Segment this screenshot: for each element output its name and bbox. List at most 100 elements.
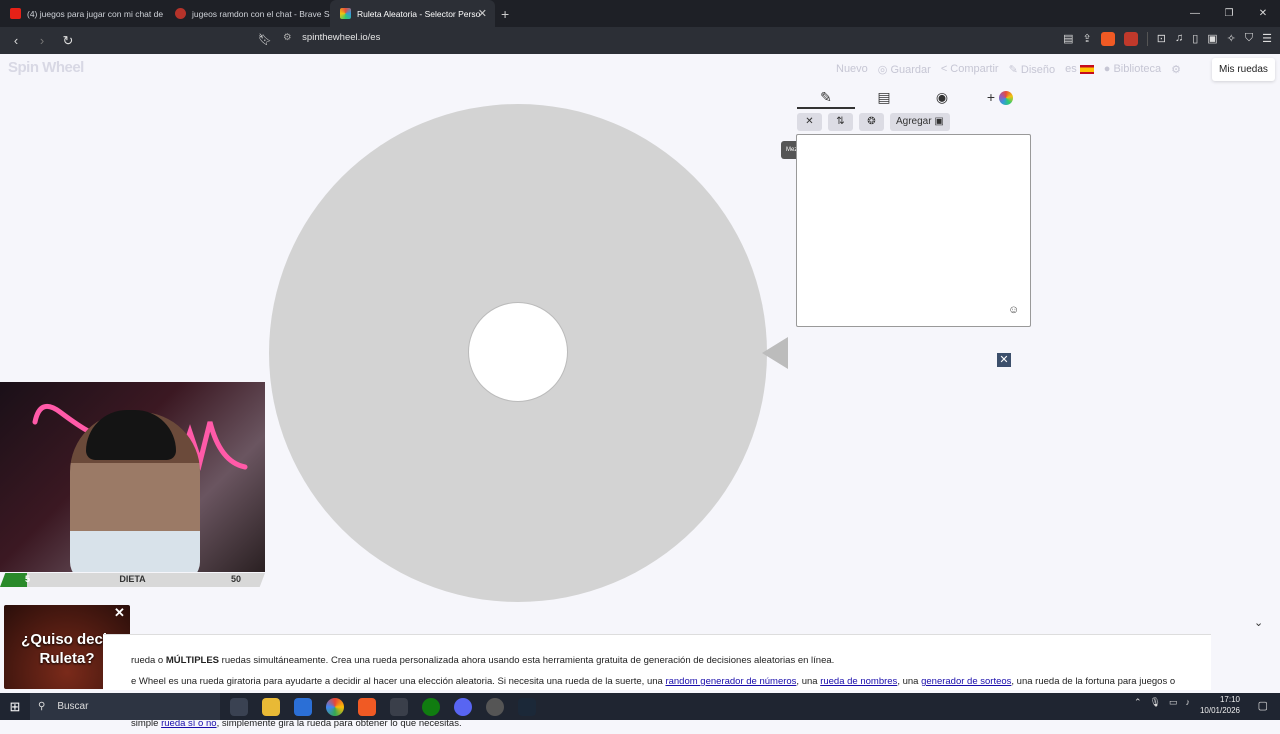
new-tab-button[interactable]: + bbox=[501, 6, 509, 22]
nuevo-link[interactable]: Nuevo bbox=[836, 63, 868, 76]
brave-shields-icon[interactable] bbox=[1100, 32, 1115, 46]
promo-close-icon[interactable]: ✕ bbox=[114, 605, 125, 621]
description-line-1: rueda o MÚLTIPLES ruedas simultáneamente… bbox=[131, 650, 1183, 671]
wheel-center-button[interactable] bbox=[468, 302, 568, 402]
screenshot-icon[interactable]: ⊡ bbox=[1157, 32, 1166, 46]
compartir-label: Compartir bbox=[950, 63, 999, 75]
store-icon[interactable] bbox=[294, 697, 312, 716]
language-selector[interactable]: es bbox=[1065, 63, 1094, 76]
tab-label: jugeos ramdon con el chat - Brave Se bbox=[192, 8, 330, 19]
webcam-overlay bbox=[0, 382, 265, 572]
xbox-icon[interactable] bbox=[422, 697, 440, 716]
add-image-button[interactable]: Agregar ▣ bbox=[890, 113, 950, 131]
guardar-link[interactable]: ◎ Guardar bbox=[878, 63, 931, 76]
entries-toolbar: ✕ ⇅ ❂ Agregar ▣ bbox=[797, 113, 950, 131]
taskbar-clock[interactable]: 17:10 10/01/2026 bbox=[1200, 694, 1240, 716]
tab-edit[interactable]: ✎ bbox=[797, 89, 855, 109]
browser-tab-2[interactable]: jugeos ramdon con el chat - Brave Se bbox=[165, 0, 330, 27]
sidebar-icon[interactable]: ▯ bbox=[1192, 32, 1198, 46]
tab-add-wheel[interactable]: + bbox=[971, 89, 1029, 109]
file-explorer-icon[interactable] bbox=[262, 697, 280, 716]
tab-results[interactable]: ▤ bbox=[855, 89, 913, 109]
sort-button[interactable]: ⇅ bbox=[828, 113, 853, 131]
chevron-up-icon[interactable]: ⌃ bbox=[1134, 697, 1142, 708]
task-view-icon[interactable] bbox=[230, 697, 248, 716]
volume-icon[interactable]: ♪ bbox=[1186, 697, 1191, 708]
browser-toolbar: ▤ ⇪ ⊡ ♫ ▯ ▣ ✧ ⛉ ☰ bbox=[1063, 32, 1272, 46]
network-icon[interactable]: ▭ bbox=[1169, 697, 1178, 708]
vpn-icon[interactable]: ⛉ bbox=[1245, 32, 1253, 46]
menu-icon[interactable]: ☰ bbox=[1262, 32, 1272, 46]
youtube-icon bbox=[10, 8, 21, 19]
entries-textarea[interactable] bbox=[796, 134, 1031, 327]
link-raffle-generator[interactable]: generador de sorteos bbox=[921, 676, 1011, 687]
close-window-icon[interactable]: ✕ bbox=[1246, 0, 1280, 27]
link-name-wheel[interactable]: rueda de nombres bbox=[820, 676, 897, 687]
panel-tabs: ✎ ▤ ◉ + bbox=[797, 89, 1029, 109]
leo-ai-icon[interactable]: ✧ bbox=[1227, 32, 1236, 46]
discord-icon[interactable] bbox=[454, 697, 472, 716]
site-info-icon[interactable]: ⚙︎ bbox=[283, 32, 292, 43]
windows-start-icon[interactable]: ⊞ bbox=[0, 699, 30, 715]
language-label: es bbox=[1065, 63, 1077, 75]
ad-close-button[interactable]: ✕ bbox=[997, 353, 1011, 367]
chrome-icon[interactable] bbox=[326, 697, 344, 716]
spain-flag-icon bbox=[1079, 64, 1094, 74]
obs-icon[interactable] bbox=[486, 697, 504, 716]
top-nav: Nuevo ◎ Guardar < Compartir ✎ Diseño es … bbox=[836, 63, 1181, 76]
media-icon[interactable]: ♫ bbox=[1175, 32, 1183, 46]
mis-ruedas-button[interactable]: Mis ruedas bbox=[1212, 58, 1275, 81]
page-content: Spin Wheel Nuevo ◎ Guardar < Compartir ✎… bbox=[0, 54, 1280, 729]
guardar-label: Guardar bbox=[890, 64, 931, 76]
url-field[interactable]: ⚙︎ spinthewheel.io/es bbox=[283, 32, 380, 43]
chevron-down-icon[interactable]: ⌄ bbox=[1254, 616, 1263, 629]
diseno-link[interactable]: ✎ Diseño bbox=[1009, 63, 1056, 76]
back-icon[interactable]: ‹ bbox=[6, 33, 26, 48]
emoji-icon[interactable]: ☺ bbox=[1008, 304, 1019, 316]
biblioteca-label: Biblioteca bbox=[1113, 63, 1162, 75]
shuffle-button[interactable]: ✕ bbox=[797, 113, 822, 131]
browser-tab-3[interactable]: Ruleta Aleatoria - Selector Perso ✕ bbox=[330, 0, 495, 27]
diet-high-value: 50 bbox=[231, 574, 242, 584]
biblioteca-link[interactable]: ● Biblioteca bbox=[1104, 63, 1161, 76]
steam-icon[interactable] bbox=[518, 697, 536, 716]
image-icon: ▣ bbox=[934, 116, 944, 127]
share-icon[interactable]: ⇪ bbox=[1083, 32, 1092, 46]
reader-icon[interactable]: ▤ bbox=[1063, 32, 1073, 46]
reload-icon[interactable]: ↻ bbox=[58, 33, 78, 49]
compartir-link[interactable]: < Compartir bbox=[941, 63, 999, 76]
clipboard-icon: ▤ bbox=[877, 89, 891, 105]
add-image-label: Agregar bbox=[896, 116, 932, 127]
ai-button[interactable]: ❂ bbox=[859, 113, 884, 131]
forward-icon[interactable]: › bbox=[32, 33, 52, 48]
settings-icon[interactable]: ⚙︎ bbox=[1171, 63, 1181, 76]
taskbar-search[interactable]: ⚲ Buscar bbox=[30, 693, 220, 720]
search-icon: ⚲ bbox=[38, 701, 46, 712]
eye-off-icon: ◉ bbox=[935, 89, 949, 105]
toolbar-divider bbox=[1146, 32, 1148, 46]
text: ruedas simultáneamente. Crea una rueda p… bbox=[219, 655, 835, 666]
browser-tab-1[interactable]: (4) juegos para jugar con mi chat de bbox=[0, 0, 165, 27]
plus-icon: + bbox=[986, 89, 996, 105]
browser-tab-bar: (4) juegos para jugar con mi chat de jug… bbox=[0, 0, 1280, 27]
restore-icon[interactable]: ❐ bbox=[1212, 0, 1246, 27]
site-logo[interactable]: Spin Wheel bbox=[8, 59, 84, 76]
notification-icon[interactable]: ▢ bbox=[1258, 699, 1268, 712]
taskbar-apps bbox=[230, 697, 536, 716]
app-icon[interactable] bbox=[390, 697, 408, 716]
bookmark-icon[interactable]: 🔖︎ bbox=[258, 33, 272, 46]
text: , una bbox=[796, 676, 821, 687]
brave-search-icon bbox=[175, 8, 186, 19]
search-label: Buscar bbox=[57, 701, 89, 712]
close-tab-icon[interactable]: ✕ bbox=[478, 7, 487, 20]
minimize-icon[interactable]: — bbox=[1178, 0, 1212, 27]
brave-icon[interactable] bbox=[358, 697, 376, 716]
brave-rewards-icon[interactable] bbox=[1123, 32, 1138, 46]
pencil-icon: ✎ bbox=[820, 89, 832, 105]
spinwheel-favicon-icon bbox=[340, 8, 351, 19]
tab-hidden[interactable]: ◉ bbox=[913, 89, 971, 109]
wallet-icon[interactable]: ▣ bbox=[1207, 32, 1217, 46]
tab-label: Ruleta Aleatoria - Selector Perso bbox=[357, 8, 481, 19]
link-random-numbers[interactable]: random generador de números bbox=[665, 676, 796, 687]
mic-icon[interactable]: 🎙︎ bbox=[1150, 697, 1161, 708]
